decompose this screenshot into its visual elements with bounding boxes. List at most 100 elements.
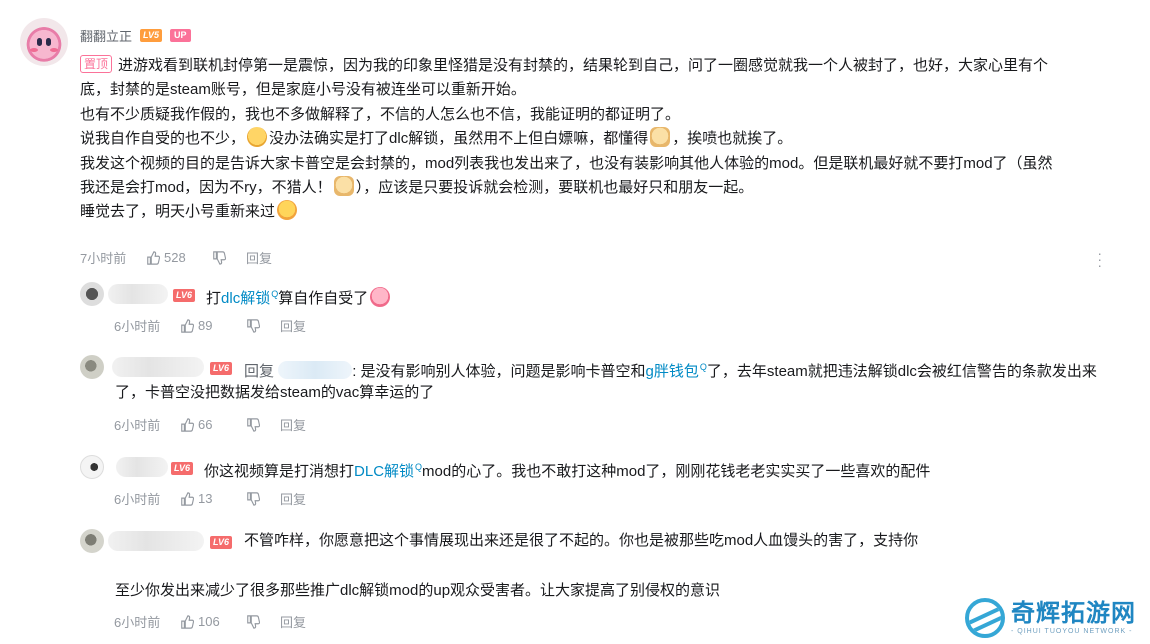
username-blurred[interactable] [112, 357, 204, 377]
content-line: 也有不少质疑我作假的，我也不多做解释了，不信的人怎么也不信，我能证明的都证明了。 [80, 105, 681, 123]
reply-button[interactable]: 回复 [280, 612, 306, 631]
reply-text: 算自作自受了 [278, 290, 369, 307]
thumbs-up-icon [181, 318, 194, 333]
emoji-icon [247, 127, 268, 148]
reply-item: LV6 你这视频算是打消想打DLC解锁Qmod的心了。我也不敢打这种mod了，刚… [80, 455, 1130, 511]
reply-meta: 6小时前 66 回复 [114, 415, 306, 434]
avatar-eye [46, 38, 51, 46]
avatar[interactable] [80, 282, 104, 306]
search-icon: Q [699, 362, 707, 372]
content-text: 睡觉去了，明天小号重新来过 [80, 203, 276, 221]
thumbs-up-icon [147, 250, 160, 265]
content-line: 睡觉去了，明天小号重新来过 [80, 200, 1130, 224]
like-count: 106 [198, 614, 220, 629]
comment-meta: 7小时前 528 回复 [80, 248, 272, 267]
like-button[interactable]: 528 [146, 250, 212, 265]
watermark-text: 奇辉拓游网 - QIHUI TUOYOU NETWORK - [1011, 599, 1136, 637]
timestamp: 6小时前 [114, 615, 161, 630]
level-badge: LV6 [171, 462, 194, 475]
reply-button[interactable]: 回复 [280, 415, 306, 434]
avatar[interactable] [80, 355, 104, 379]
up-badge: UP [170, 29, 191, 42]
timestamp: 6小时前 [114, 418, 161, 433]
content-line: 底，封禁的是steam账号，但是家庭小号没有被连坐可以重新开始。 [80, 81, 526, 99]
emoji-icon [277, 200, 298, 221]
reply-text: mod的心了。我也不敢打这种mod了，刚刚花钱老老实实买了一些喜欢的配件 [422, 463, 931, 480]
reply-content-line2: 至少你发出来减少了很多那些推广dlc解锁mod的up观众受害者。让大家提高了别侵… [115, 582, 721, 599]
reply-colon: : [352, 363, 357, 380]
reply-button[interactable]: 回复 [280, 316, 306, 335]
thumbs-up-icon [181, 491, 194, 506]
content-line: 置顶 进游戏看到联机封停第一是震惊，因为我的印象里怪猎是没有封禁的，结果轮到自己，… [80, 54, 1130, 78]
like-button[interactable]: 106 [180, 614, 246, 629]
reply-button[interactable]: 回复 [246, 248, 272, 267]
thumbs-down-icon [213, 250, 226, 265]
reply-item: LV6 回复 : 是没有影响别人体验，问题是影响卡普空和g胖钱包Q了，去年ste… [80, 355, 1130, 435]
avatar-eye [37, 38, 42, 46]
content-text: 没办法确实是打了dlc解锁，虽然用不上但白嫖嘛，都懂得 [269, 130, 649, 148]
like-count: 89 [198, 318, 213, 333]
content-line: 我还是会打mod，因为不ry，不猎人！ ），应该是只要投诉就会检测，要联机也最好只… [80, 176, 1130, 200]
search-link[interactable]: dlc解锁 [221, 290, 270, 307]
username-blurred[interactable] [116, 457, 168, 477]
avatar[interactable] [80, 529, 104, 553]
dislike-button[interactable] [246, 491, 280, 506]
dislike-button[interactable] [246, 614, 280, 629]
level-badge: LV6 [210, 536, 233, 549]
like-count: 528 [164, 250, 186, 265]
like-button[interactable]: 13 [180, 491, 246, 506]
content-text: 我还是会打mod，因为不ry，不猎人！ [80, 179, 332, 197]
thumbs-down-icon [247, 417, 260, 432]
dislike-button[interactable] [212, 250, 246, 265]
search-link[interactable]: DLC解锁 [354, 463, 414, 480]
more-options-icon[interactable]: · · · [1097, 246, 1102, 272]
reply-item: LV6 打dlc解锁Q算自作自受了 6小时前 89 回复 [80, 282, 1130, 342]
reply-text: 打 [206, 290, 222, 307]
username[interactable]: 翻翻立正 [80, 26, 132, 45]
reply-prefix: 回复 [244, 363, 275, 380]
reply-meta: 6小时前 89 回复 [114, 316, 306, 335]
avatar-cheek [50, 48, 58, 52]
username-blurred[interactable] [108, 284, 168, 304]
reply-text: 是没有影响别人体验，问题是影响卡普空和 [360, 363, 646, 380]
like-count: 13 [198, 491, 213, 506]
watermark-en: - QIHUI TUOYOU NETWORK - [1011, 628, 1133, 635]
thumbs-down-icon [247, 318, 260, 333]
reply-content-line2: 了，卡普空没把数据发给steam的vac算幸运的了 [115, 384, 435, 401]
dislike-button[interactable] [246, 318, 280, 333]
thumbs-up-icon [181, 417, 194, 432]
reply-text: 了，去年steam就把违法解锁dlc会被红信警告的条款发出来 [706, 363, 1097, 380]
pinned-tag: 置顶 [80, 55, 113, 73]
avatar[interactable] [20, 18, 68, 66]
content-line: 我发这个视频的目的是告诉大家卡普空是会封禁的，mod列表我也发出来了，也没有装影… [80, 154, 1053, 172]
emoji-icon [650, 127, 671, 148]
avatar[interactable] [80, 455, 104, 479]
dislike-button[interactable] [246, 417, 280, 432]
timestamp: 7小时前 [80, 251, 127, 266]
timestamp: 6小时前 [114, 492, 161, 507]
thumbs-down-icon [247, 614, 260, 629]
like-button[interactable]: 66 [180, 417, 246, 432]
content-text: 进游戏看到联机封停第一是震惊，因为我的印象里怪猎是没有封禁的，结果轮到自己，问了… [118, 57, 1049, 74]
level-badge: LV6 [210, 362, 233, 375]
username-row: 翻翻立正 LV5 UP [80, 26, 191, 45]
like-button[interactable]: 89 [180, 318, 246, 333]
reply-button[interactable]: 回复 [280, 489, 306, 508]
search-link[interactable]: g胖钱包 [646, 363, 699, 380]
level-badge: LV6 [173, 289, 196, 302]
mention-blurred[interactable] [278, 361, 353, 379]
content-text: 说我自作自受的也不少， [80, 130, 246, 148]
content-line: 说我自作自受的也不少， 没办法确实是打了dlc解锁，虽然用不上但白嫖嘛，都懂得 ，挨… [80, 127, 1130, 151]
like-count: 66 [198, 417, 213, 432]
reply-meta: 6小时前 106 回复 [114, 612, 306, 631]
thumbs-up-icon [181, 614, 194, 629]
watermark-cn: 奇辉拓游网 [1011, 598, 1136, 627]
username-blurred[interactable] [108, 531, 204, 551]
content-text: ），应该是只要投诉就会检测，要联机也最好只和朋友一起。 [355, 179, 754, 197]
comment-content: 置顶 进游戏看到联机封停第一是震惊，因为我的印象里怪猎是没有封禁的，结果轮到自己，… [80, 54, 1130, 225]
level-badge: LV5 [140, 29, 163, 42]
thumbs-down-icon [247, 491, 260, 506]
reply-meta: 6小时前 13 回复 [114, 489, 306, 508]
timestamp: 6小时前 [114, 319, 161, 334]
watermark: 奇辉拓游网 - QIHUI TUOYOU NETWORK - [965, 598, 1136, 638]
